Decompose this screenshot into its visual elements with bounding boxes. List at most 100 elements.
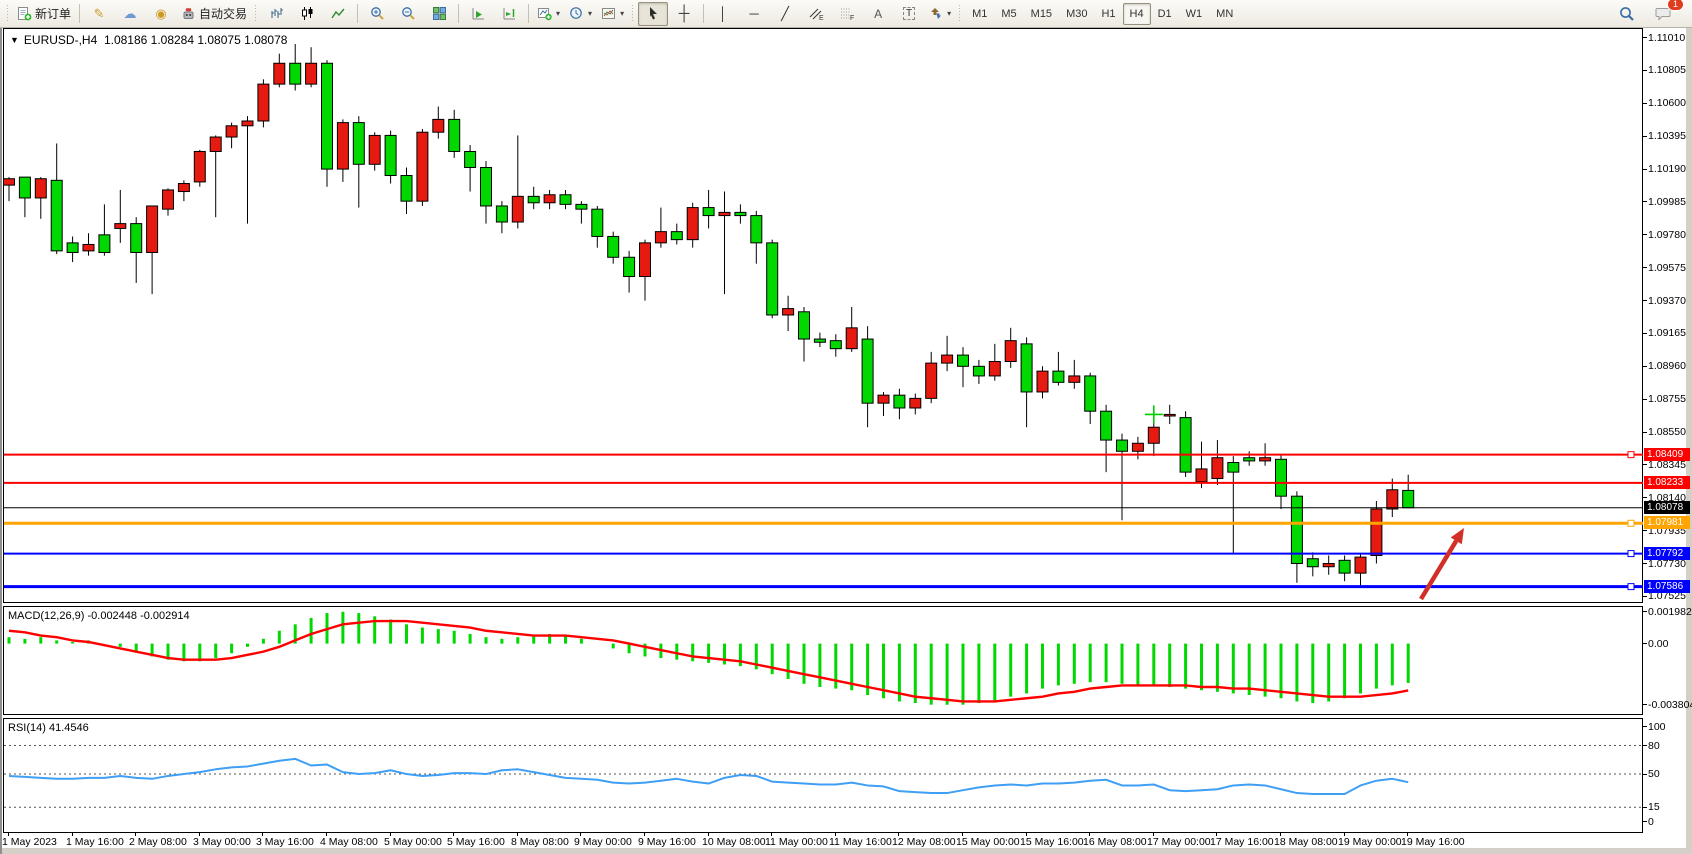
search-icon [1619, 6, 1635, 22]
window-right-strip [1686, 27, 1692, 854]
templates-button[interactable]: ▾ [597, 2, 628, 26]
bar-chart-button[interactable] [261, 2, 291, 26]
bar-chart-icon [269, 6, 284, 21]
toolbar-right: 1 [1612, 2, 1688, 26]
chart-title: ▼EURUSD-,H4 1.08186 1.08284 1.08075 1.08… [10, 33, 287, 47]
timeframe-button-H4[interactable]: H4 [1123, 3, 1151, 25]
separator [79, 4, 80, 23]
time-axis-label: 5 May 16:00 [447, 836, 505, 848]
crosshair-icon: ┼ [679, 7, 690, 20]
toolbar-grip [6, 5, 10, 23]
price-label: 1.09165 [1648, 327, 1686, 339]
fibonacci-tool-button[interactable]: F [832, 2, 862, 26]
pencil-icon: ✎ [94, 7, 105, 20]
rsi-value: 41.4546 [49, 722, 89, 734]
notification-badge: 1 [1667, 0, 1684, 11]
timeframe-group: M1M5M15M30H1H4D1W1MN [965, 3, 1240, 25]
zoom-out-button[interactable] [393, 2, 423, 26]
price-tag-1.08233: 1.08233 [1644, 476, 1690, 489]
timeframe-button-W1[interactable]: W1 [1179, 3, 1210, 25]
horizontal-line-tool-button[interactable]: ─ [739, 2, 769, 26]
time-axis-label: 16 May 08:00 [1083, 836, 1147, 848]
crosshair-tool-button[interactable]: ┼ [669, 2, 699, 26]
auto-scroll-button[interactable] [463, 2, 493, 26]
macd-panel[interactable] [3, 606, 1643, 715]
fibonacci-icon: F [839, 6, 855, 21]
separator [528, 4, 529, 23]
timeframe-button-MN[interactable]: MN [1209, 3, 1240, 25]
text-tool-button[interactable]: A [863, 2, 893, 26]
new-order-button[interactable]: 新订单 [13, 2, 75, 26]
vertical-line-tool-button[interactable]: │ [708, 2, 738, 26]
autotrade-button[interactable]: 自动交易 [177, 2, 251, 26]
time-axis-label: 5 May 00:00 [384, 836, 442, 848]
rsi-scale-label: 50 [1648, 768, 1660, 780]
timeframe-button-M1[interactable]: M1 [965, 3, 994, 25]
mt4-terminal: { "toolbar": { "new_order_label": "新订单",… [0, 0, 1692, 854]
timeframe-button-M30[interactable]: M30 [1059, 3, 1094, 25]
price-label: 1.10805 [1648, 64, 1686, 76]
main-chart-panel[interactable] [3, 28, 1643, 603]
timeframe-button-D1[interactable]: D1 [1151, 3, 1179, 25]
time-axis-label: 8 May 08:00 [511, 836, 569, 848]
styles-button[interactable]: ✎ [84, 2, 114, 26]
toolbar-grip [254, 5, 258, 23]
macd-name: MACD(12,26,9) [8, 610, 84, 622]
timeframe-button-M5[interactable]: M5 [994, 3, 1023, 25]
price-tag-1.07792: 1.07792 [1644, 547, 1690, 560]
price-tick [1643, 70, 1647, 71]
macd-scale-tick [1643, 611, 1647, 612]
signals-icon: ◉ [155, 7, 166, 20]
price-tick [1643, 464, 1647, 465]
time-axis-label: 2 May 08:00 [129, 836, 187, 848]
price-label: 1.09985 [1648, 196, 1686, 208]
notifications-button[interactable]: 1 [1648, 2, 1678, 26]
macd-scale-label: -0.003804 [1648, 699, 1692, 711]
time-axis-label: 19 May 16:00 [1401, 836, 1465, 848]
periods-button[interactable]: ▾ [565, 2, 596, 26]
price-tick [1643, 596, 1647, 597]
macd-values: -0.002448 -0.002914 [87, 610, 189, 622]
signals-button[interactable]: ◉ [146, 2, 176, 26]
zoom-in-button[interactable] [362, 2, 392, 26]
community-button[interactable]: ☁ [115, 2, 145, 26]
price-tag-1.07981: 1.07981 [1644, 516, 1690, 529]
cursor-tool-button[interactable] [638, 2, 668, 26]
tile-windows-button[interactable] [424, 2, 454, 26]
timeframe-button-H1[interactable]: H1 [1094, 3, 1122, 25]
chevron-down-icon: ▾ [556, 9, 560, 18]
window-left-border [0, 27, 2, 854]
price-label: 1.08550 [1648, 426, 1686, 438]
trendline-tool-button[interactable]: ╱ [770, 2, 800, 26]
price-label: 1.11010 [1648, 32, 1685, 44]
candlestick-chart-button[interactable] [292, 2, 322, 26]
line-chart-button[interactable] [323, 2, 353, 26]
rsi-scale-label: 100 [1648, 721, 1666, 733]
time-axis-label: 17 May 16:00 [1210, 836, 1274, 848]
rsi-panel[interactable] [3, 718, 1643, 833]
rsi-scale-tick [1643, 821, 1647, 822]
equidistant-channel-tool-button[interactable]: E [801, 2, 831, 26]
arrows-tool-button[interactable]: ▾ [925, 2, 955, 26]
price-tick [1643, 300, 1647, 301]
price-tick [1643, 234, 1647, 235]
search-button[interactable] [1612, 2, 1642, 26]
chart-shift-button[interactable] [494, 2, 524, 26]
price-label: 1.09370 [1648, 295, 1686, 307]
time-axis-label: 4 May 08:00 [320, 836, 378, 848]
new-chart-button[interactable]: ▾ [533, 2, 564, 26]
autotrade-label: 自动交易 [199, 5, 247, 22]
price-tick [1643, 37, 1647, 38]
new-order-icon [17, 6, 32, 21]
chart-menu-icon[interactable]: ▼ [10, 35, 19, 45]
price-label: 1.09780 [1648, 229, 1686, 241]
toolbar-grip [631, 5, 635, 23]
chevron-down-icon: ▾ [588, 9, 592, 18]
price-tick [1643, 136, 1647, 137]
vertical-line-icon: │ [719, 7, 727, 20]
text-label-tool-button[interactable]: T [894, 2, 924, 26]
price-tick [1643, 432, 1647, 433]
trendline-icon: ╱ [781, 7, 789, 20]
rsi-scale-tick [1643, 745, 1647, 746]
timeframe-button-M15[interactable]: M15 [1024, 3, 1059, 25]
